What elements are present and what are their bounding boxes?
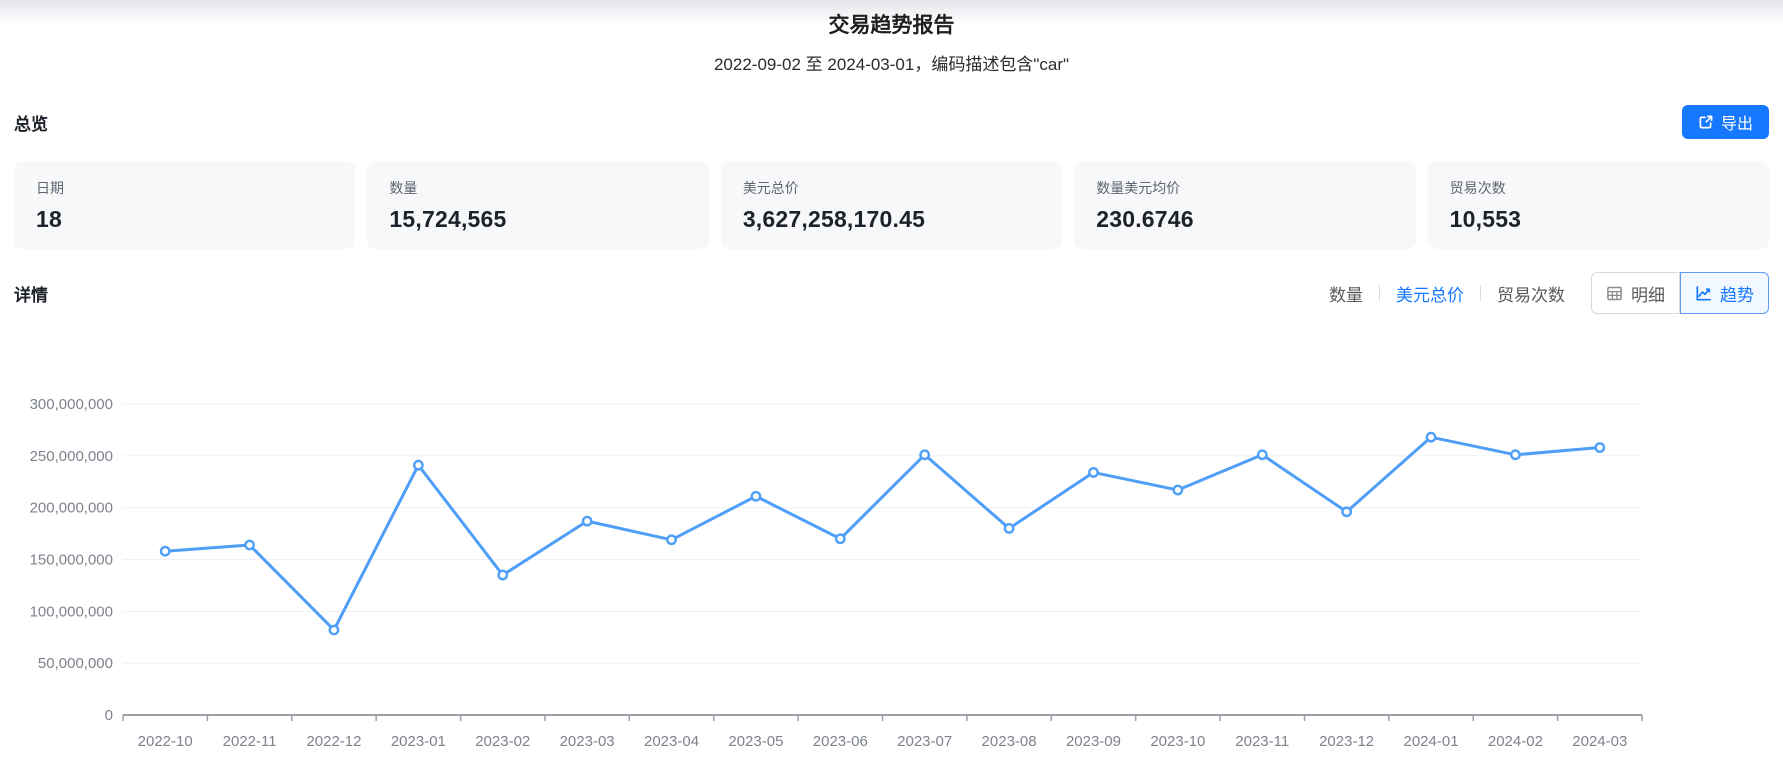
data-point[interactable]: [667, 536, 675, 544]
x-tick-label: 2023-02: [475, 733, 530, 750]
tab-trade-count[interactable]: 贸易次数: [1497, 281, 1565, 306]
metric-tabs: 数量 美元总价 贸易次数: [1329, 281, 1565, 306]
page-title: 交易趋势报告: [0, 9, 1783, 39]
data-point[interactable]: [1005, 524, 1013, 532]
details-heading: 详情: [14, 281, 48, 306]
data-point[interactable]: [1427, 433, 1435, 441]
export-button-label: 导出: [1721, 110, 1753, 134]
stat-card-quantity: 数量 15,724,565: [367, 161, 708, 249]
x-tick-label: 2023-03: [560, 733, 615, 750]
x-tick-label: 2024-02: [1488, 733, 1543, 750]
x-tick-label: 2023-05: [728, 733, 783, 750]
x-tick-label: 2023-10: [1150, 733, 1205, 750]
x-tick-label: 2023-06: [813, 733, 868, 750]
x-tick-label: 2023-04: [644, 733, 699, 750]
data-point[interactable]: [752, 492, 760, 500]
x-tick-label: 2022-11: [223, 733, 277, 750]
overview-header-row: 总览 导出: [14, 103, 1769, 141]
x-tick-label: 2024-03: [1572, 733, 1627, 750]
table-icon: [1606, 285, 1623, 302]
y-tick-label: 250,000,000: [30, 448, 113, 465]
export-icon: [1698, 114, 1714, 130]
x-tick-label: 2023-09: [1066, 733, 1121, 750]
tab-quantity[interactable]: 数量: [1329, 281, 1363, 306]
data-point[interactable]: [330, 626, 338, 634]
x-tick-label: 2023-12: [1319, 733, 1374, 750]
x-tick-label: 2024-01: [1403, 733, 1458, 750]
y-tick-label: 300,000,000: [30, 396, 113, 413]
stat-label: 贸易次数: [1450, 178, 1747, 198]
data-point[interactable]: [1258, 451, 1266, 459]
data-point[interactable]: [414, 461, 422, 469]
trend-line: [165, 437, 1600, 630]
trend-chart[interactable]: 0 50,000,000 100,000,000 150,000,000 200,000…: [0, 338, 1783, 765]
stat-value: 230.6746: [1096, 206, 1393, 233]
stat-value: 10,553: [1450, 206, 1747, 233]
x-tick-label: 2023-01: [391, 733, 446, 750]
stat-value: 15,724,565: [389, 206, 686, 233]
overview-cards: 日期 18 数量 15,724,565 美元总价 3,627,258,170.4…: [14, 161, 1769, 249]
data-point[interactable]: [1511, 451, 1519, 459]
data-point[interactable]: [245, 541, 253, 549]
x-tick-label: 2022-10: [138, 733, 193, 750]
data-point[interactable]: [1089, 468, 1097, 476]
stat-card-trade-count: 贸易次数 10,553: [1428, 161, 1769, 249]
tab-separator: [1379, 285, 1380, 301]
x-tick-label: 2023-08: [982, 733, 1037, 750]
details-controls: 数量 美元总价 贸易次数 明细: [1329, 272, 1769, 314]
trend-view-label: 趋势: [1720, 281, 1754, 306]
stat-value: 18: [36, 206, 333, 233]
y-tick-label: 0: [105, 707, 113, 724]
tab-usd-total[interactable]: 美元总价: [1396, 281, 1464, 306]
detail-view-label: 明细: [1631, 281, 1665, 306]
stat-label: 数量: [389, 178, 686, 198]
stat-card-usd-total: 美元总价 3,627,258,170.45: [721, 161, 1062, 249]
data-point[interactable]: [1174, 486, 1182, 494]
data-point[interactable]: [161, 547, 169, 555]
stat-label: 数量美元均价: [1096, 178, 1393, 198]
stat-label: 美元总价: [743, 178, 1040, 198]
overview-heading: 总览: [14, 110, 48, 135]
stat-card-avg-price: 数量美元均价 230.6746: [1074, 161, 1415, 249]
trend-view-button[interactable]: 趋势: [1680, 272, 1769, 314]
detail-view-button[interactable]: 明细: [1591, 272, 1680, 314]
data-point[interactable]: [920, 451, 928, 459]
data-point[interactable]: [1596, 443, 1604, 451]
page-subtitle: 2022-09-02 至 2024-03-01，编码描述包含"car": [0, 50, 1783, 75]
export-button[interactable]: 导出: [1682, 105, 1769, 139]
stat-card-date: 日期 18: [14, 161, 355, 249]
data-point[interactable]: [836, 535, 844, 543]
y-tick-label: 150,000,000: [30, 552, 113, 569]
stat-label: 日期: [36, 178, 333, 198]
data-point[interactable]: [583, 517, 591, 525]
data-point[interactable]: [1342, 508, 1350, 516]
view-toggle-group: 明细 趋势: [1591, 272, 1769, 314]
y-tick-label: 100,000,000: [30, 603, 113, 620]
x-tick-label: 2022-12: [306, 733, 361, 750]
trend-icon: [1695, 285, 1712, 302]
x-tick-label: 2023-11: [1235, 733, 1289, 750]
trend-chart-canvas[interactable]: 0 50,000,000 100,000,000 150,000,000 200,000…: [0, 338, 1783, 763]
tab-separator: [1480, 285, 1481, 301]
stat-value: 3,627,258,170.45: [743, 206, 1040, 233]
x-tick-label: 2023-07: [897, 733, 952, 750]
details-header-row: 详情 数量 美元总价 贸易次数 明细: [14, 271, 1769, 315]
data-point[interactable]: [499, 571, 507, 579]
y-tick-label: 50,000,000: [38, 655, 113, 672]
report-header: 交易趋势报告 2022-09-02 至 2024-03-01，编码描述包含"ca…: [0, 0, 1783, 75]
y-tick-label: 200,000,000: [30, 500, 113, 517]
